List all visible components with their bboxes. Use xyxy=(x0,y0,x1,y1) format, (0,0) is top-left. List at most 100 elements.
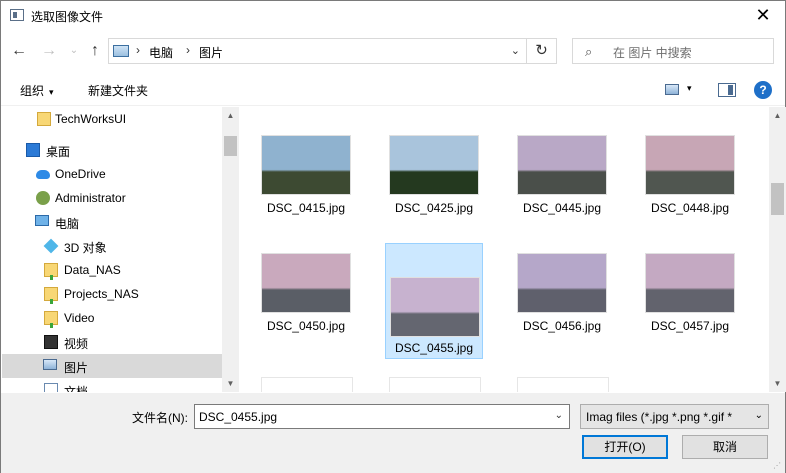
cloud-icon xyxy=(36,170,50,179)
navigation-tree: TechWorksUI 桌面 OneDrive Administrator 电脑… xyxy=(2,107,222,392)
pictures-icon xyxy=(43,359,57,370)
app-icon xyxy=(10,9,24,21)
network-folder-icon xyxy=(44,263,58,280)
tree-item-techworksui[interactable]: TechWorksUI xyxy=(2,107,222,131)
chevron-down-icon: ▾ xyxy=(687,83,692,93)
file-type-select[interactable]: Imag files (*.jpg *.png *.gif * ⌄ xyxy=(580,404,769,429)
image-thumbnail xyxy=(517,377,609,392)
image-thumbnail xyxy=(261,253,351,313)
file-grid: DSC_0415.jpg DSC_0425.jpg DSC_0445.jpg DSC_… xyxy=(241,107,769,392)
cancel-button[interactable]: 取消 xyxy=(682,435,768,459)
tree-item-videos[interactable]: 视频 xyxy=(2,330,222,354)
tree-item-desktop[interactable]: 桌面 xyxy=(2,138,222,162)
network-folder-icon xyxy=(44,287,58,304)
image-thumbnail xyxy=(517,253,607,313)
tree-item-label: Administrator xyxy=(55,191,126,205)
file-tile[interactable]: DSC_0455.jpg xyxy=(385,243,483,359)
tree-item-label: 3D 对象 xyxy=(64,241,107,255)
address-bar[interactable]: › 电脑 › 图片 ⌄ xyxy=(108,38,527,64)
network-folder-icon xyxy=(44,311,58,328)
scroll-thumb[interactable] xyxy=(224,136,237,156)
file-name: DSC_0425.jpg xyxy=(394,201,474,215)
bottom-panel: 文件名(N): DSC_0455.jpg ⌄ Imag files (*.jpg… xyxy=(1,393,785,473)
scroll-down-icon[interactable]: ▼ xyxy=(769,375,786,392)
up-button[interactable]: ↑ xyxy=(85,41,105,61)
image-thumbnail xyxy=(389,135,479,195)
tree-item-administrator[interactable]: Administrator xyxy=(2,186,222,210)
tree-item-label: 视频 xyxy=(64,337,89,351)
recent-locations-button[interactable]: ⌄ xyxy=(64,41,84,61)
title-bar: 选取图像文件 ✕ xyxy=(1,1,785,31)
file-name: DSC_0456.jpg xyxy=(522,319,602,333)
search-input[interactable]: ⌕ 在 图片 中搜索 xyxy=(572,38,774,64)
content-scrollbar[interactable]: ▲ ▼ xyxy=(769,107,786,392)
filename-label: 文件名(N): xyxy=(132,411,188,425)
file-name: DSC_0457.jpg xyxy=(650,319,730,333)
new-folder-button[interactable]: 新建文件夹 xyxy=(88,82,148,99)
view-options-button[interactable]: ▾ xyxy=(663,81,703,99)
file-tile[interactable]: DSC_0450.jpg xyxy=(257,247,355,363)
image-thumbnail xyxy=(261,135,351,195)
file-name: DSC_0415.jpg xyxy=(266,201,346,215)
tree-item-label: 图片 xyxy=(64,361,89,375)
breadcrumb-computer[interactable]: 电脑 xyxy=(149,44,173,61)
file-tile[interactable]: DSC_0415.jpg xyxy=(257,129,355,245)
tree-item-onedrive[interactable]: OneDrive xyxy=(2,162,222,186)
refresh-button[interactable]: ↻ xyxy=(527,38,557,64)
forward-button[interactable]: → xyxy=(39,41,59,61)
desktop-icon xyxy=(26,143,40,157)
preview-pane-button[interactable] xyxy=(718,83,736,97)
file-name: DSC_0445.jpg xyxy=(522,201,602,215)
file-name: DSC_0455.jpg xyxy=(394,341,474,355)
tree-item-label: Data_NAS xyxy=(64,263,121,277)
3d-objects-icon xyxy=(43,238,59,254)
image-thumbnail xyxy=(389,377,481,392)
file-name: DSC_0448.jpg xyxy=(650,201,730,215)
tree-item-label: 文档 xyxy=(64,385,89,392)
scroll-up-icon[interactable]: ▲ xyxy=(222,107,239,124)
resize-grip-icon[interactable]: ⋰ xyxy=(773,461,783,471)
file-tile[interactable]: DSC_0456.jpg xyxy=(513,247,611,363)
file-tile[interactable]: DSC_0448.jpg xyxy=(641,129,739,245)
tree-item-pictures[interactable]: 图片 xyxy=(2,354,222,378)
tree-item-documents[interactable]: 文档 xyxy=(2,378,222,392)
chevron-down-icon[interactable]: ⌄ xyxy=(555,410,563,421)
tree-item-computer[interactable]: 电脑 xyxy=(2,210,222,234)
documents-icon xyxy=(44,383,58,392)
view-icon xyxy=(665,84,679,95)
tree-item-video-nas[interactable]: Video xyxy=(2,306,222,330)
scroll-down-icon[interactable]: ▼ xyxy=(222,375,239,392)
file-open-dialog: 选取图像文件 ✕ ← → ⌄ ↑ › 电脑 › 图片 ⌄ ↻ ⌕ 在 图片 中搜… xyxy=(0,0,786,473)
file-type-value: Imag files (*.jpg *.png *.gif * xyxy=(586,410,733,424)
computer-icon xyxy=(35,215,49,226)
dialog-title: 选取图像文件 xyxy=(31,10,104,24)
breadcrumb-pictures[interactable]: 图片 xyxy=(199,44,223,61)
filename-input[interactable]: DSC_0455.jpg ⌄ xyxy=(194,404,570,429)
filename-value: DSC_0455.jpg xyxy=(199,410,278,424)
file-tile[interactable]: DSC_0457.jpg xyxy=(641,247,739,363)
videos-icon xyxy=(44,335,58,349)
file-tile[interactable]: DSC_0445.jpg xyxy=(513,129,611,245)
tree-item-data-nas[interactable]: Data_NAS xyxy=(2,258,222,282)
address-dropdown-icon[interactable]: ⌄ xyxy=(511,44,520,57)
help-icon[interactable]: ? xyxy=(754,81,772,99)
tree-scrollbar[interactable]: ▲ ▼ xyxy=(222,107,239,392)
tree-item-label: 桌面 xyxy=(46,145,71,159)
navigation-bar: ← → ⌄ ↑ › 电脑 › 图片 ⌄ ↻ ⌕ 在 图片 中搜索 xyxy=(1,34,785,70)
file-tile[interactable]: DSC_0425.jpg xyxy=(385,129,483,245)
file-name: DSC_0450.jpg xyxy=(266,319,346,333)
chevron-down-icon[interactable]: ⌄ xyxy=(755,410,763,421)
tree-item-projects-nas[interactable]: Projects_NAS xyxy=(2,282,222,306)
open-button[interactable]: 打开(O) xyxy=(582,435,668,459)
scroll-thumb[interactable] xyxy=(771,183,784,215)
close-button[interactable]: ✕ xyxy=(741,1,785,31)
image-thumbnail xyxy=(645,135,735,195)
scroll-up-icon[interactable]: ▲ xyxy=(769,107,786,124)
search-icon: ⌕ xyxy=(585,44,593,59)
organize-button[interactable]: 组织 ▾ xyxy=(20,82,54,99)
organize-label: 组织 xyxy=(20,84,45,98)
breadcrumb-separator[interactable]: › xyxy=(186,43,190,57)
breadcrumb-separator[interactable]: › xyxy=(136,43,140,57)
tree-item-3d-objects[interactable]: 3D 对象 xyxy=(2,234,222,258)
back-button[interactable]: ← xyxy=(9,41,29,61)
